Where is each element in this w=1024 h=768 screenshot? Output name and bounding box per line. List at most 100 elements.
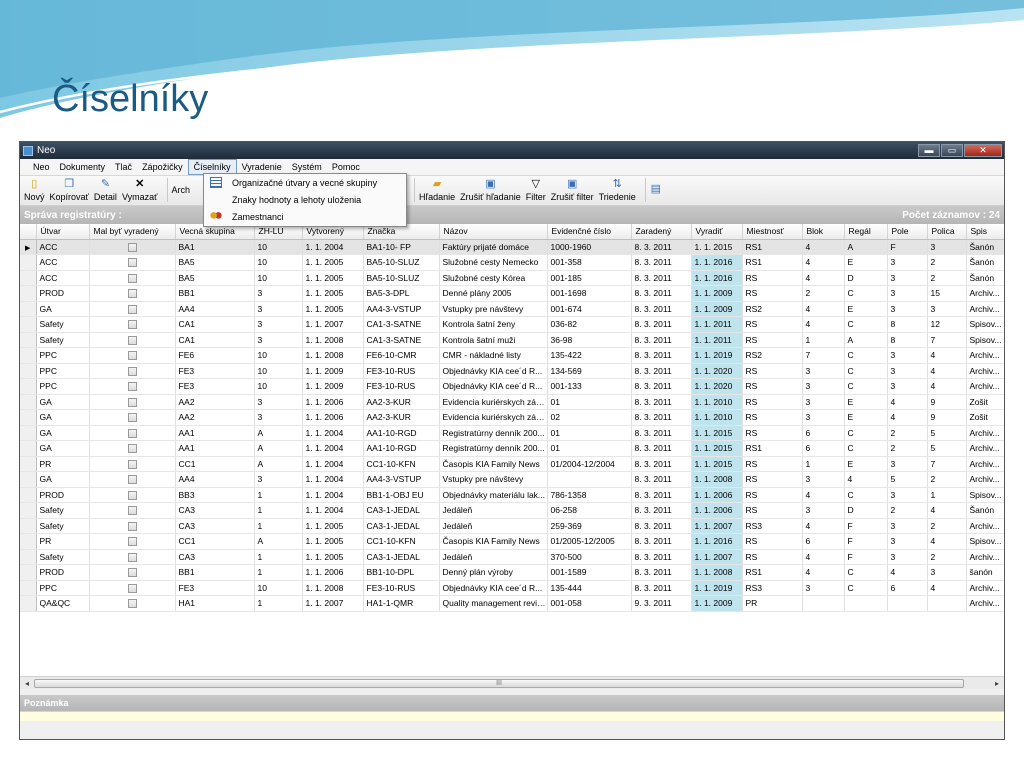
table-cell[interactable]: 01/2004-12/2004 — [547, 456, 632, 472]
table-cell[interactable]: AA4-3-VSTUP — [363, 471, 440, 488]
table-cell[interactable]: 1. 1. 2019 — [691, 580, 743, 596]
table-cell[interactable]: BA1-10- FP — [363, 239, 440, 255]
table-cell[interactable]: HA1-1-QMR — [363, 595, 440, 612]
table-cell[interactable]: 1. 1. 2007 — [302, 595, 364, 612]
table-cell[interactable]: 3 — [887, 254, 928, 271]
table-row[interactable]: PROD BB1 1 1. 1. 2006 BB1-10-DPL Denný plán v… — [20, 564, 1004, 581]
table-cell[interactable]: 1. 1. 2011 — [691, 316, 743, 333]
table-cell[interactable]: CA1-3-SATNE — [363, 332, 440, 348]
row-selector[interactable]: ▶ — [20, 239, 37, 255]
table-cell[interactable]: F — [844, 533, 888, 550]
table-cell[interactable]: A — [844, 239, 888, 255]
table-cell[interactable]: A — [844, 332, 888, 348]
horizontal-scrollbar[interactable]: ◂ III ▸ — [20, 676, 1004, 689]
table-cell[interactable]: A — [254, 440, 303, 457]
table-cell[interactable]: 8. 3. 2011 — [631, 440, 692, 457]
column-header[interactable]: Spis — [966, 224, 1004, 240]
table-cell[interactable]: 1 — [802, 456, 845, 472]
table-cell[interactable]: RS1 — [742, 254, 803, 271]
zrusit-hladanie-button[interactable]: ▣ Zrušiť hľadanie — [460, 178, 521, 202]
table-cell[interactable]: 4 — [844, 471, 888, 488]
table-row[interactable]: PR CC1 A 1. 1. 2004 CC1-10-KFN Časopis KIA Fa… — [20, 456, 1004, 472]
table-cell[interactable]: C — [844, 285, 888, 302]
row-selector[interactable] — [20, 332, 37, 348]
table-cell[interactable]: 1 — [254, 564, 303, 581]
table-cell[interactable]: PPC — [36, 363, 90, 379]
table-cell[interactable]: 001-185 — [547, 270, 632, 286]
table-cell[interactable]: 4 — [802, 239, 845, 255]
table-row[interactable]: PPC FE3 10 1. 1. 2008 FE3-10-RUS Objednávky K… — [20, 580, 1004, 596]
table-cell[interactable]: RS3 — [742, 518, 803, 534]
table-cell[interactable]: Archiv... — [966, 285, 1004, 302]
table-cell[interactable]: 1. 1. 2015 — [691, 440, 743, 457]
column-header[interactable]: Vyradiť — [691, 224, 743, 240]
table-cell[interactable]: Spisov... — [966, 487, 1004, 503]
table-cell[interactable]: E — [844, 409, 888, 426]
table-cell[interactable]: 15 — [927, 285, 967, 302]
mal-byt-vyradeny-checkbox[interactable] — [89, 254, 176, 271]
menu-vyradenie[interactable]: Vyradenie — [237, 160, 287, 174]
table-cell[interactable]: Safety — [36, 502, 90, 519]
checkbox[interactable] — [127, 258, 137, 268]
table-cell[interactable]: AA1-10-RGD — [363, 440, 440, 457]
table-cell[interactable]: D — [844, 502, 888, 519]
table-cell[interactable]: BA5-3-DPL — [363, 285, 440, 302]
table-cell[interactable]: Spisov... — [966, 332, 1004, 348]
table-cell[interactable]: 3 — [887, 518, 928, 534]
mal-byt-vyradeny-checkbox[interactable] — [89, 580, 176, 596]
table-cell[interactable]: 3 — [887, 456, 928, 472]
column-header[interactable]: Útvar — [36, 224, 90, 240]
table-cell[interactable]: Spisov... — [966, 533, 1004, 550]
table-cell[interactable]: RS — [742, 270, 803, 286]
table-cell[interactable]: 1. 1. 2005 — [302, 301, 364, 317]
mal-byt-vyradeny-checkbox[interactable] — [89, 239, 176, 255]
row-selector[interactable] — [20, 316, 37, 333]
table-cell[interactable]: 1 — [254, 518, 303, 534]
table-cell[interactable]: 3 — [887, 533, 928, 550]
checkbox[interactable] — [127, 397, 137, 407]
mal-byt-vyradeny-checkbox[interactable] — [89, 316, 176, 333]
table-cell[interactable]: 01 — [547, 394, 632, 410]
table-cell[interactable]: E — [844, 301, 888, 317]
checkbox[interactable] — [127, 320, 137, 330]
menu-tlac[interactable]: Tlač — [110, 160, 137, 174]
table-cell[interactable]: 8. 3. 2011 — [631, 580, 692, 596]
mal-byt-vyradeny-checkbox[interactable] — [89, 270, 176, 286]
table-cell[interactable]: FE3-10-RUS — [363, 363, 440, 379]
menu-neo[interactable]: Neo — [28, 160, 55, 174]
table-cell[interactable]: 1. 1. 2004 — [302, 239, 364, 255]
table-cell[interactable]: Archiv... — [966, 425, 1004, 441]
table-cell[interactable]: 6 — [802, 440, 845, 457]
table-cell[interactable]: 9 — [927, 409, 967, 426]
scroll-left-icon[interactable]: ◂ — [20, 679, 34, 688]
column-header[interactable]: Evidenčné číslo — [547, 224, 632, 240]
menu-pomoc[interactable]: Pomoc — [327, 160, 365, 174]
column-header[interactable]: Zaradený — [631, 224, 692, 240]
table-cell[interactable]: BB1 — [175, 564, 255, 581]
checkbox[interactable] — [127, 273, 137, 283]
note-area[interactable] — [20, 711, 1004, 721]
table-cell[interactable]: PR — [742, 595, 803, 612]
table-cell[interactable]: 001-058 — [547, 595, 632, 612]
checkbox[interactable] — [127, 583, 137, 593]
table-cell[interactable]: 4 — [802, 270, 845, 286]
table-cell[interactable]: 036-82 — [547, 316, 632, 333]
table-cell[interactable]: 1. 1. 2008 — [302, 347, 364, 364]
table-cell[interactable]: 1. 1. 2008 — [691, 564, 743, 581]
table-cell[interactable]: BB1 — [175, 285, 255, 302]
checkbox[interactable] — [127, 304, 137, 314]
table-cell[interactable]: Archiv... — [966, 549, 1004, 565]
table-cell[interactable]: AA2-3-KUR — [363, 394, 440, 410]
mal-byt-vyradeny-checkbox[interactable] — [89, 549, 176, 565]
table-cell[interactable]: 8. 3. 2011 — [631, 533, 692, 550]
table-cell[interactable]: 4 — [927, 580, 967, 596]
table-cell[interactable]: A — [254, 456, 303, 472]
table-cell[interactable]: Vstupky pre návštevy — [439, 471, 548, 488]
table-cell[interactable]: GA — [36, 409, 90, 426]
table-row[interactable]: GA AA2 3 1. 1. 2006 AA2-3-KUR Evidencia kurié… — [20, 409, 1004, 426]
table-cell[interactable]: F — [844, 549, 888, 565]
table-cell[interactable]: 2 — [887, 502, 928, 519]
mal-byt-vyradeny-checkbox[interactable] — [89, 487, 176, 503]
table-cell[interactable]: 259-369 — [547, 518, 632, 534]
table-row[interactable]: PR CC1 A 1. 1. 2005 CC1-10-KFN Časopis KIA Fa… — [20, 533, 1004, 550]
